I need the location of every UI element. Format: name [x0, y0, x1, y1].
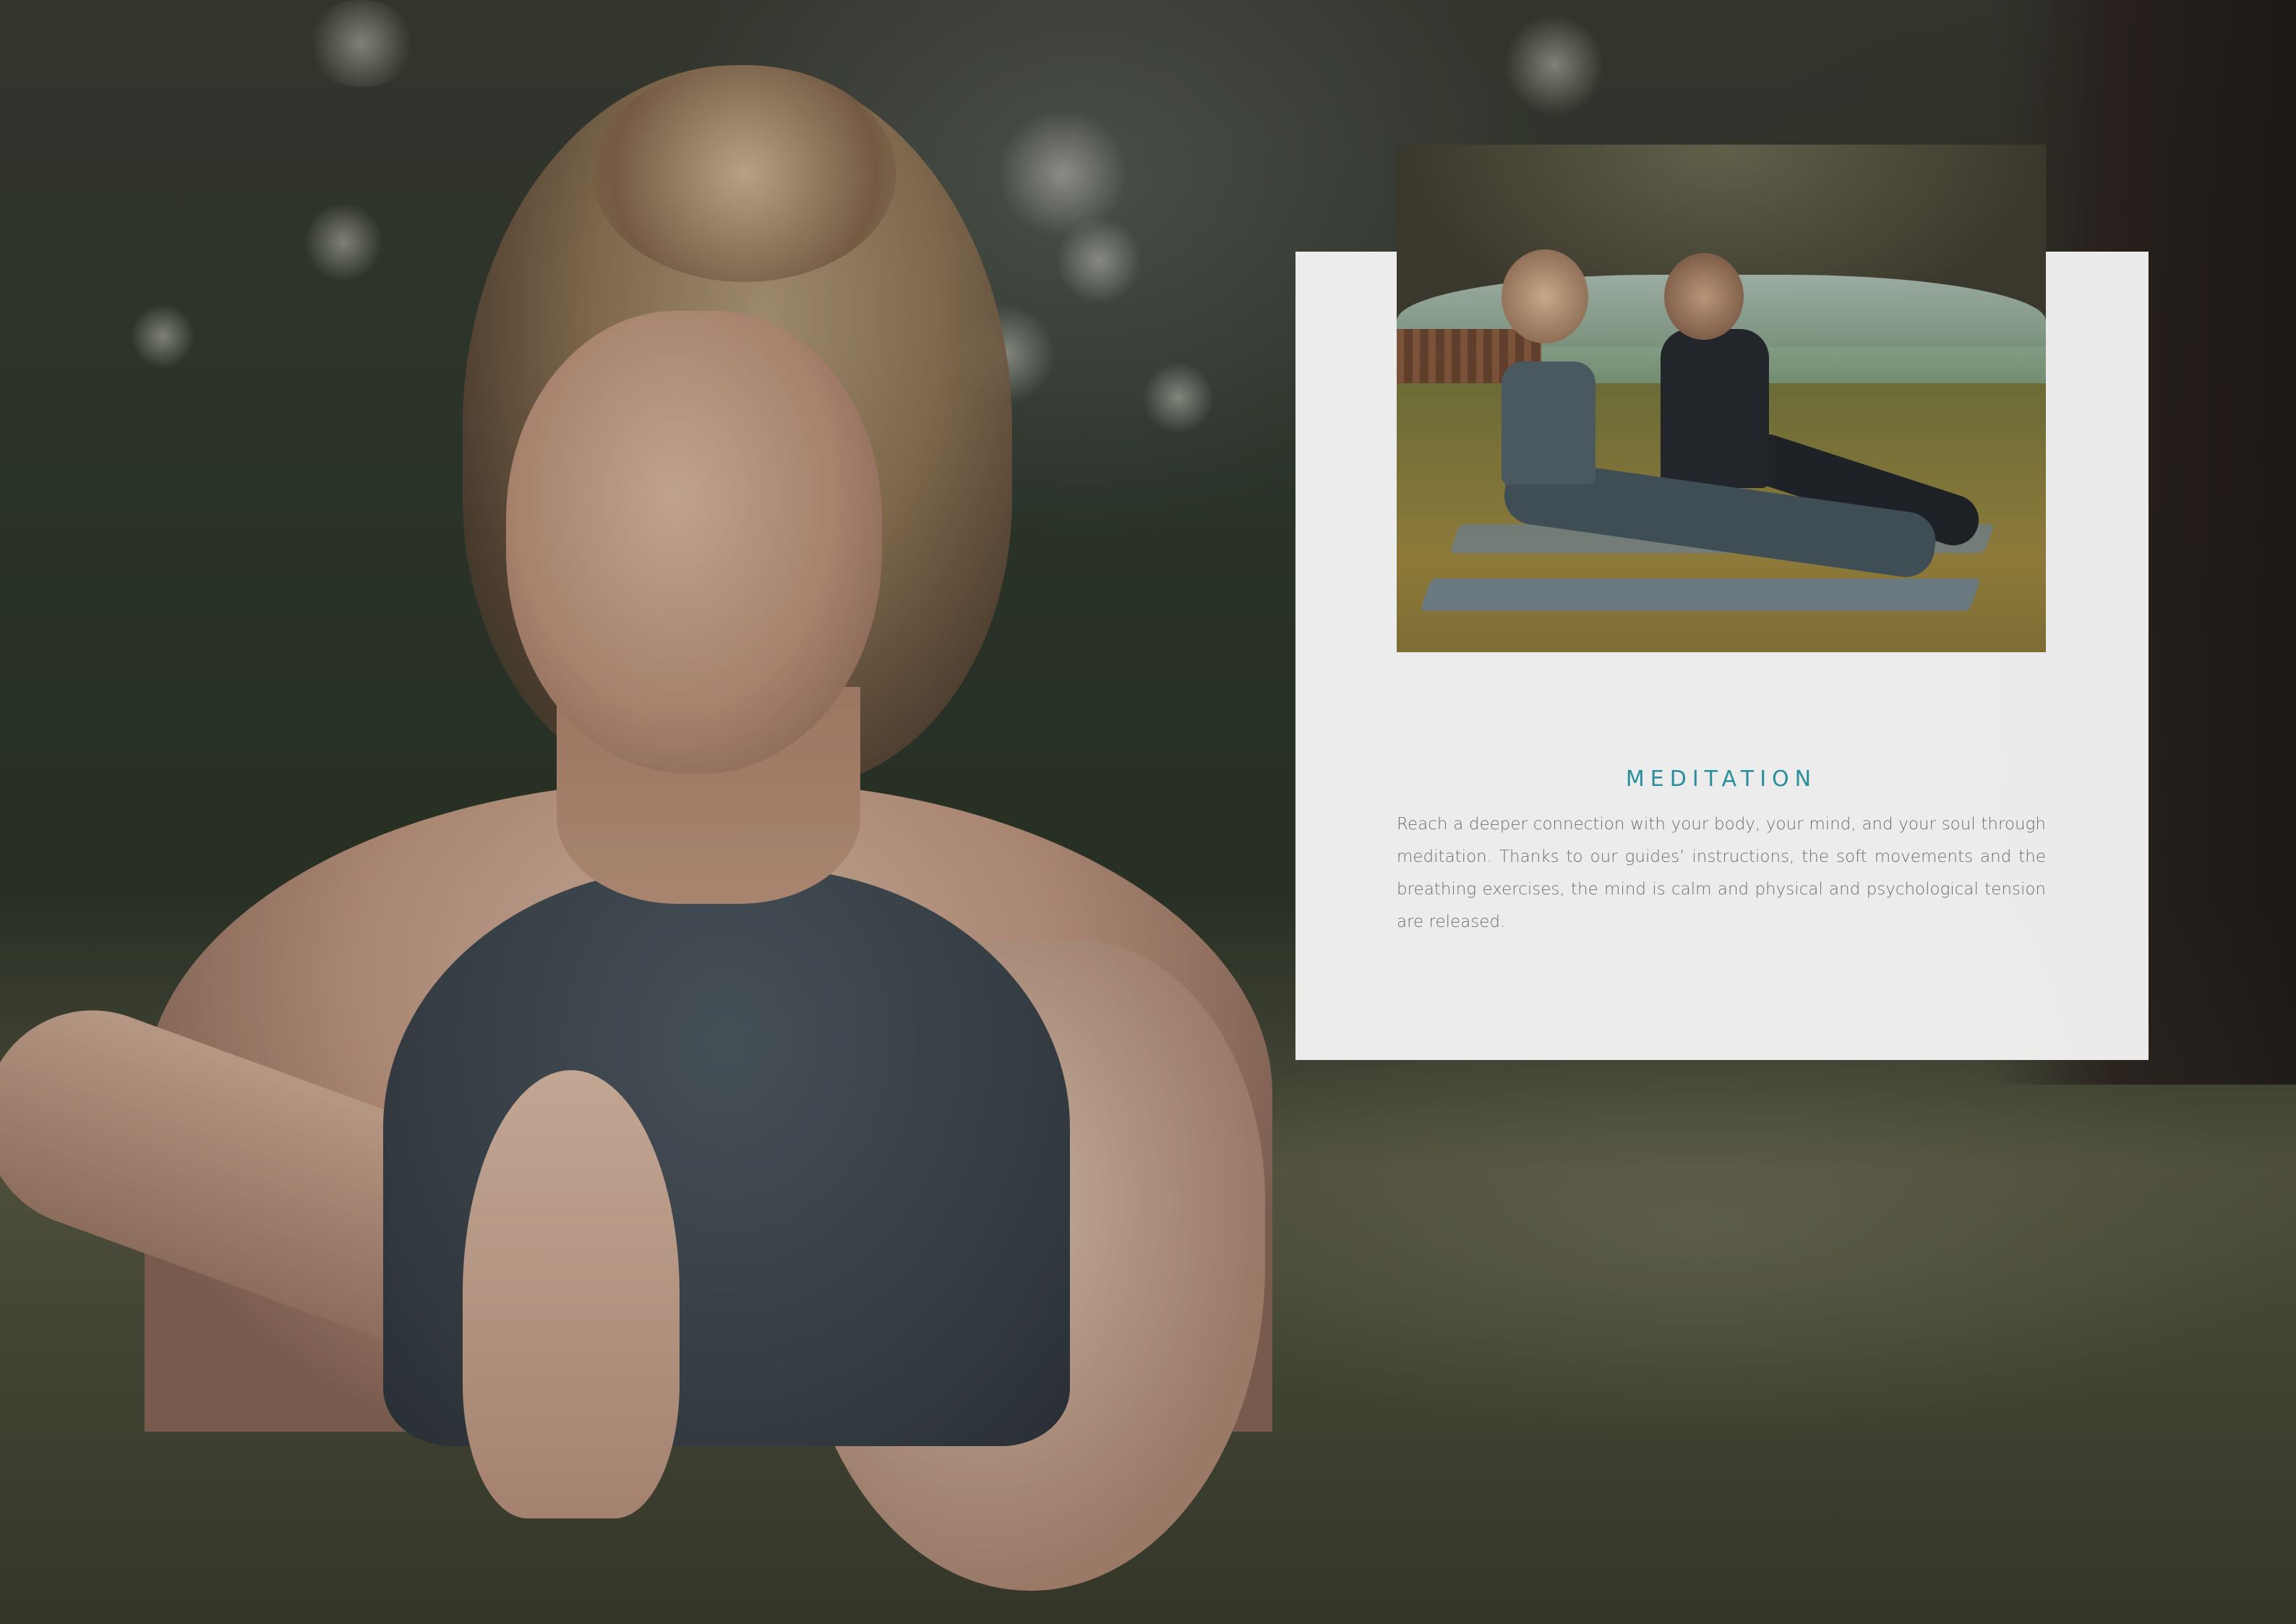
person-body [1661, 329, 1769, 488]
person-body [1502, 362, 1595, 484]
yoga-mat [1419, 578, 1982, 611]
person-head [1664, 253, 1744, 340]
person-head [1502, 249, 1588, 343]
card-description: Reach a deeper connection with your body… [1397, 815, 2046, 931]
card-photo-yoga-pair [1397, 145, 2046, 652]
card-title: MEDITATION [1625, 766, 1817, 792]
